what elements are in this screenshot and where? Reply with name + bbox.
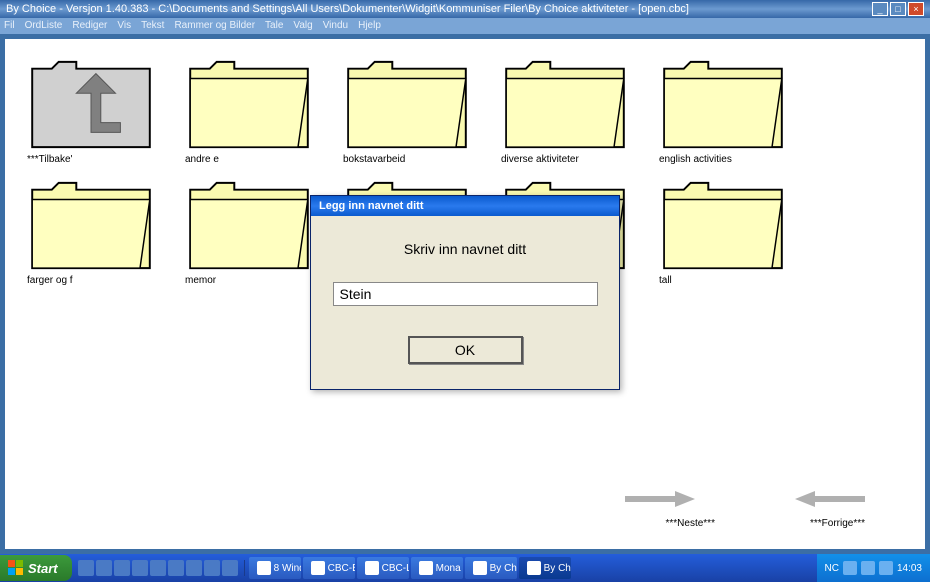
menu-bar: Fil OrdListe Rediger Vis Tekst Rammer og…: [0, 18, 930, 34]
ql-icon[interactable]: [204, 560, 220, 576]
name-dialog: Legg inn navnet ditt Skriv inn navnet di…: [310, 195, 620, 390]
ql-icon[interactable]: [114, 560, 130, 576]
folder-up-icon: [25, 54, 157, 152]
title-bar: By Choice - Versjon 1.40.383 - C:\Docume…: [0, 0, 930, 18]
tray-icon[interactable]: [843, 561, 857, 575]
arrow-right-icon[interactable]: [625, 489, 695, 509]
task-item[interactable]: By Choice: [465, 557, 517, 579]
folder-label: farger og f: [25, 275, 73, 286]
dialog-title-text: Legg inn navnet ditt: [319, 200, 424, 212]
tray-icon[interactable]: [861, 561, 875, 575]
folder-icon: [341, 54, 473, 152]
folder-label: andre e: [183, 154, 219, 165]
folder-icon: [183, 175, 315, 273]
task-item[interactable]: 8 Windo...: [249, 557, 301, 579]
task-icon: [365, 561, 379, 575]
folder-label: ***Tilbake': [25, 154, 72, 165]
folder-icon: [657, 175, 789, 273]
folder-item[interactable]: farger og f: [25, 175, 175, 286]
window-title: By Choice - Versjon 1.40.383 - C:\Docume…: [6, 3, 689, 15]
folder-icon: [183, 54, 315, 152]
task-icon: [419, 561, 433, 575]
dialog-title-bar[interactable]: Legg inn navnet ditt: [311, 196, 619, 216]
menu-rammer[interactable]: Rammer og Bilder: [174, 20, 255, 32]
prev-label: ***Forrige***: [810, 518, 865, 529]
ok-button[interactable]: OK: [408, 336, 523, 364]
menu-fil[interactable]: Fil: [4, 20, 15, 32]
folder-item[interactable]: bokstavarbeid: [341, 54, 491, 165]
folder-item[interactable]: andre e: [183, 54, 333, 165]
nav-arrows: [625, 489, 865, 509]
close-button[interactable]: ×: [908, 2, 924, 16]
menu-valg[interactable]: Valg: [293, 20, 312, 32]
folder-back[interactable]: ***Tilbake': [25, 54, 175, 165]
clock[interactable]: 14:03: [897, 563, 922, 574]
taskbar-items: 8 Windo... CBC-By Ch... CBC-Lag o... Mon…: [245, 557, 817, 579]
folder-label: tall: [657, 275, 672, 286]
task-icon: [311, 561, 325, 575]
ql-icon[interactable]: [96, 560, 112, 576]
folder-item[interactable]: diverse aktiviteter: [499, 54, 649, 165]
folder-label: english activities: [657, 154, 732, 165]
start-label: Start: [28, 561, 58, 576]
nav-labels: ***Neste*** ***Forrige***: [665, 518, 865, 529]
name-input[interactable]: [333, 282, 598, 306]
system-tray: NC 14:03: [817, 554, 930, 582]
folder-icon: [657, 54, 789, 152]
ql-icon[interactable]: [222, 560, 238, 576]
menu-vis[interactable]: Vis: [117, 20, 131, 32]
ql-icon[interactable]: [168, 560, 184, 576]
start-button[interactable]: Start: [0, 555, 72, 581]
dialog-prompt: Skriv inn navnet ditt: [331, 241, 599, 257]
folder-icon: [499, 54, 631, 152]
menu-tekst[interactable]: Tekst: [141, 20, 164, 32]
task-icon: [257, 561, 271, 575]
folder-item[interactable]: english activities: [657, 54, 807, 165]
folder-icon: [25, 175, 157, 273]
task-item-active[interactable]: By Choice -...: [519, 557, 571, 579]
task-icon: [527, 561, 541, 575]
minimize-button[interactable]: _: [872, 2, 888, 16]
dialog-body: Skriv inn navnet ditt OK: [311, 216, 619, 389]
next-label: ***Neste***: [665, 518, 714, 529]
ql-icon[interactable]: [78, 560, 94, 576]
ql-icon[interactable]: [132, 560, 148, 576]
taskbar: Start 8 Windo... CBC-By Ch... CBC-Lag o.…: [0, 554, 930, 582]
menu-ordliste[interactable]: OrdListe: [25, 20, 63, 32]
maximize-button[interactable]: □: [890, 2, 906, 16]
task-item[interactable]: Mona - Sa...: [411, 557, 463, 579]
menu-hjelp[interactable]: Hjelp: [358, 20, 381, 32]
folder-label: bokstavarbeid: [341, 154, 405, 165]
windows-logo-icon: [8, 560, 24, 576]
menu-tale[interactable]: Tale: [265, 20, 283, 32]
tray-icon[interactable]: [879, 561, 893, 575]
quick-launch: [72, 560, 245, 576]
folder-label: memor: [183, 275, 216, 286]
ql-icon[interactable]: [186, 560, 202, 576]
window-controls: _ □ ×: [872, 2, 924, 16]
arrow-left-icon[interactable]: [795, 489, 865, 509]
folder-label: diverse aktiviteter: [499, 154, 579, 165]
folder-item[interactable]: tall: [657, 175, 807, 286]
task-icon: [473, 561, 487, 575]
menu-vindu[interactable]: Vindu: [323, 20, 348, 32]
menu-rediger[interactable]: Rediger: [72, 20, 107, 32]
ql-icon[interactable]: [150, 560, 166, 576]
task-item[interactable]: CBC-Lag o...: [357, 557, 409, 579]
language-indicator[interactable]: NC: [825, 563, 839, 574]
task-item[interactable]: CBC-By Ch...: [303, 557, 355, 579]
